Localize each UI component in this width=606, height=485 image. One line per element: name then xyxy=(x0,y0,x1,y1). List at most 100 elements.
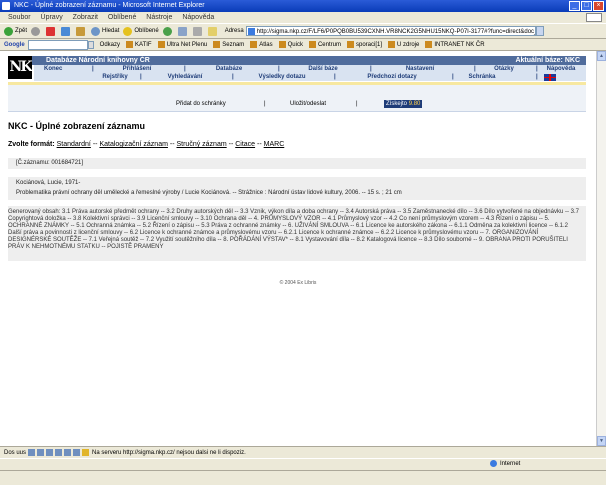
bookmark-item[interactable]: Atlas xyxy=(250,41,273,48)
bookmark-item[interactable]: Ultra Net Plenu xyxy=(157,41,207,48)
menu-file[interactable]: Soubor xyxy=(8,14,31,21)
status-message: Na serveru http://sigma.nkp.cz/ nejsou d… xyxy=(92,449,246,456)
vertical-scrollbar[interactable]: ▲ ▼ xyxy=(596,51,606,446)
nav-vyhledavani[interactable]: Vyhledávání xyxy=(140,73,230,81)
edit-button[interactable] xyxy=(207,26,219,36)
menu-favorites[interactable]: Oblíbené xyxy=(108,14,136,21)
toolbar: Zpět Hledat Oblíbené Adresa http://sigma… xyxy=(0,23,606,39)
star-icon xyxy=(123,26,133,36)
record-main-box: Kociánová, Lucie, 1971- Problematika prá… xyxy=(8,177,586,200)
page-viewport: Databáze Národní knihovny ČR Aktuální bá… xyxy=(0,51,596,446)
ie-icon xyxy=(2,2,10,10)
page-icon xyxy=(388,41,395,48)
google-search-dropdown[interactable] xyxy=(87,40,94,49)
google-logo: Google xyxy=(4,41,25,48)
format-catalog-link[interactable]: Katalogizační záznam xyxy=(99,141,167,148)
bookmark-item[interactable]: sporaci[1] xyxy=(346,41,382,48)
links-bar: Google Odkazy KATIF Ultra Net Plenu Sezn… xyxy=(0,39,606,51)
nav-predchozi-dotazy[interactable]: Předchozí dotazy xyxy=(334,73,450,81)
nk-logo: NK xyxy=(8,56,32,79)
maximize-button[interactable]: □ xyxy=(581,1,592,11)
search-button[interactable]: Hledat xyxy=(91,26,119,36)
refresh-button[interactable] xyxy=(61,26,72,36)
bookmark-item[interactable]: Centrum xyxy=(308,41,341,48)
window-title: NKC - Úplné zobrazení záznamu - Microsof… xyxy=(14,2,205,9)
address-bar[interactable]: http://sigma.nkp.cz/F/LF6/P0PQB0BU539CXN… xyxy=(245,26,536,36)
nav-dalsi-baze[interactable]: Další báze xyxy=(278,65,368,73)
format-label: Zvolte formát: xyxy=(8,141,55,148)
home-icon xyxy=(76,26,86,36)
favorites-button[interactable]: Oblíbené xyxy=(123,26,159,36)
bookmark-item[interactable]: Odkazy xyxy=(100,42,120,48)
record-author: Kociánová, Lucie, 1971- xyxy=(16,180,81,186)
ziskejto-button[interactable]: Získejto 9.80 xyxy=(384,100,423,108)
tool-icon[interactable] xyxy=(46,449,54,456)
security-zone: Internet xyxy=(490,459,520,470)
format-chooser: Zvolte formát: Standardní -- Katalogizač… xyxy=(8,141,285,148)
mail-button[interactable] xyxy=(177,26,189,36)
back-arrow-icon xyxy=(4,26,13,36)
site-nav: Konec | Přihlášení | Databáze | Další bá… xyxy=(34,65,586,81)
refresh-icon xyxy=(61,26,71,36)
bookmark-item[interactable]: KATIF xyxy=(126,41,152,48)
window-titlebar: NKC - Úplné zobrazení záznamu - Microsof… xyxy=(0,0,606,12)
back-button[interactable]: Zpět xyxy=(4,26,27,36)
english-flag-icon[interactable] xyxy=(544,74,556,81)
bookmark-item[interactable]: Seznam xyxy=(213,41,244,48)
windows-logo-icon xyxy=(586,13,602,22)
print-button[interactable] xyxy=(192,26,204,36)
address-dropdown[interactable] xyxy=(535,26,544,36)
record-number: [Č.záznamu: 001684721] xyxy=(16,160,84,166)
nav-row-1: Konec | Přihlášení | Databáze | Další bá… xyxy=(34,65,586,73)
scroll-up-icon[interactable]: ▲ xyxy=(597,51,606,61)
history-icon xyxy=(162,26,172,36)
nav-otazky[interactable]: Otázky xyxy=(474,65,534,73)
home-button[interactable] xyxy=(76,26,87,36)
page-icon xyxy=(213,41,221,48)
format-marc-link[interactable]: MARC xyxy=(264,141,285,148)
history-button[interactable] xyxy=(162,26,174,36)
format-citation-link[interactable]: Citace xyxy=(235,141,255,148)
tool-icon[interactable] xyxy=(55,449,63,456)
scroll-down-icon[interactable]: ▼ xyxy=(597,436,606,446)
menu-help[interactable]: Nápověda xyxy=(182,14,214,21)
window-bottom-strip xyxy=(0,470,606,485)
tool-icon[interactable] xyxy=(73,449,81,456)
db-title: Databáze Národní knihovny ČR xyxy=(46,57,150,64)
bookmark-item[interactable]: U zdroje xyxy=(388,41,419,48)
nav-napoveda[interactable]: Nápověda xyxy=(536,65,586,73)
globe-icon xyxy=(490,459,497,467)
page-icon xyxy=(278,41,286,48)
record-actions: Přidat do schránky | Uložit/odeslat | Zí… xyxy=(8,85,586,112)
search-icon xyxy=(91,26,101,36)
record-number-box: [Č.záznamu: 001684721] xyxy=(8,158,586,169)
menu-tools[interactable]: Nástroje xyxy=(146,14,172,21)
nav-prihlaseni[interactable]: Přihlášení xyxy=(92,65,182,73)
minimize-button[interactable]: _ xyxy=(569,1,580,11)
bookmark-item[interactable]: INTRANET NK ČR xyxy=(425,41,485,48)
nav-konec[interactable]: Konec xyxy=(44,65,62,73)
nav-vysledky-dotazu[interactable]: Výsledky dotazu xyxy=(232,73,332,81)
page-icon xyxy=(346,41,354,48)
format-standard-link[interactable]: Standardní xyxy=(57,141,91,148)
add-to-basket-link[interactable]: Přidat do schránky xyxy=(176,101,226,107)
forward-button[interactable] xyxy=(31,26,42,36)
tool-icon[interactable] xyxy=(28,449,36,456)
nav-nastaveni[interactable]: Nastavení xyxy=(370,65,470,73)
tool-icon[interactable] xyxy=(64,449,72,456)
format-brief-link[interactable]: Stručný záznam xyxy=(176,141,226,148)
google-search-input[interactable] xyxy=(27,39,88,50)
taskbar-label[interactable]: Dos uus xyxy=(4,450,26,456)
nav-databaze[interactable]: Databáze xyxy=(184,65,274,73)
menu-edit[interactable]: Úpravy xyxy=(41,14,63,21)
close-button[interactable]: × xyxy=(593,1,604,11)
tool-icon[interactable] xyxy=(37,449,45,456)
stop-button[interactable] xyxy=(46,26,57,36)
page-icon xyxy=(126,41,134,48)
nav-schranka[interactable]: Schránka xyxy=(452,73,512,81)
address-label: Adresa xyxy=(224,28,244,34)
menu-view[interactable]: Zobrazit xyxy=(73,14,98,21)
nav-rejstriky[interactable]: Rejstříky xyxy=(92,73,138,81)
save-send-link[interactable]: Uložit/odeslat xyxy=(290,101,326,107)
bookmark-item[interactable]: Quick xyxy=(278,41,303,48)
